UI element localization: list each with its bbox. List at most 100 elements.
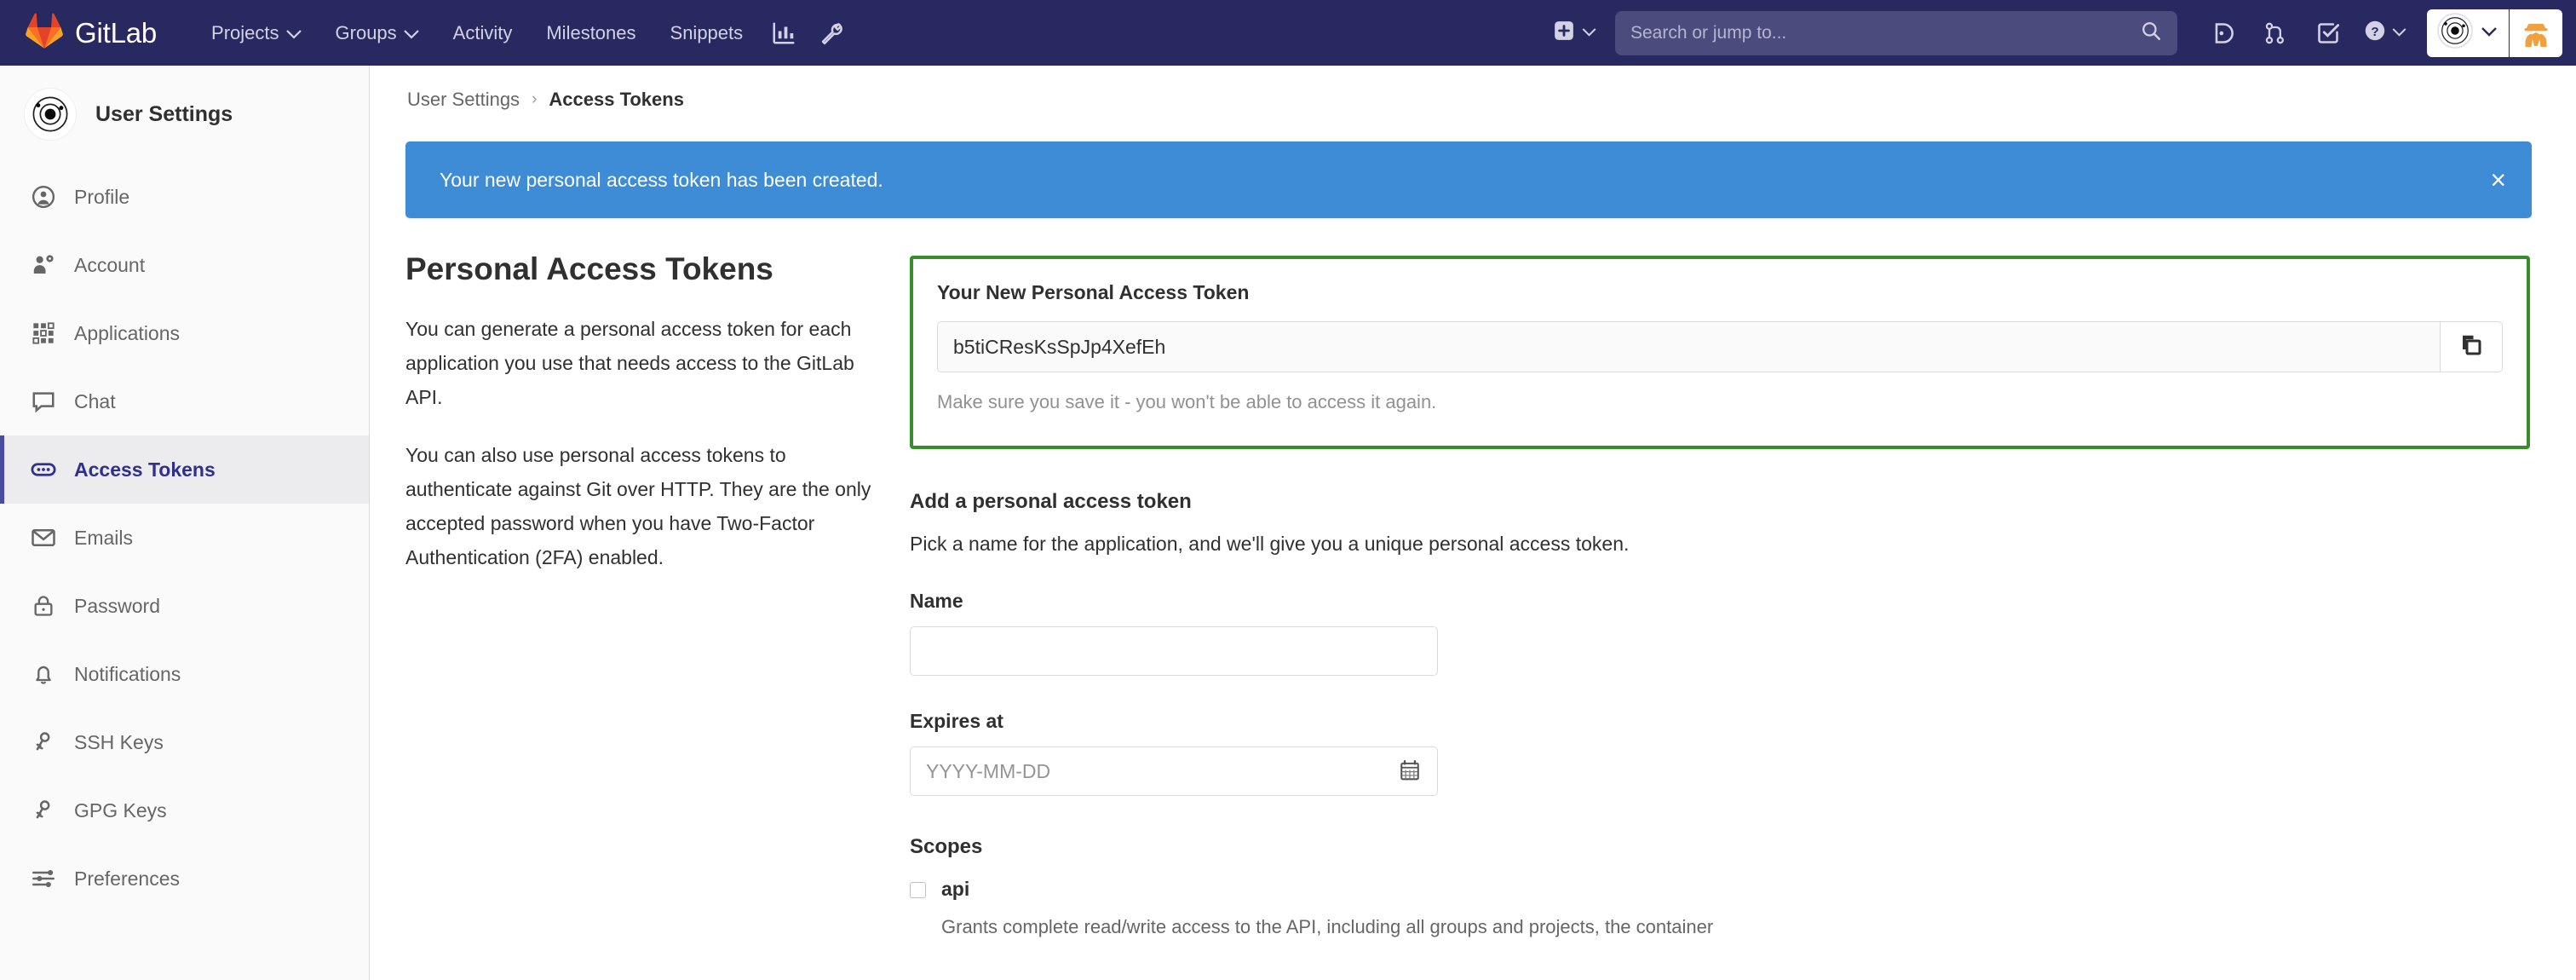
scope-api-checkbox[interactable]: [910, 882, 926, 898]
breadcrumb: User Settings › Access Tokens: [370, 66, 2576, 111]
main-content: User Settings › Access Tokens Your new p…: [370, 66, 2576, 980]
right-column: Your New Personal Access Token b5tiCResK…: [889, 251, 2576, 941]
expires-input-group: [910, 733, 1438, 796]
sidebar-item-applications-label: Applications: [74, 321, 181, 344]
scopes-label: Scopes: [910, 835, 983, 858]
alert-message: Your new personal access token has been …: [440, 168, 883, 191]
comment-icon: [30, 389, 57, 414]
nav-link-activity[interactable]: Activity: [436, 0, 530, 66]
copy-icon: [2458, 332, 2484, 362]
sidebar-item-chat[interactable]: Chat: [0, 367, 369, 435]
user-circle-icon: [30, 184, 57, 210]
sidebar-item-account-label: Account: [74, 253, 146, 276]
sidebar-item-emails[interactable]: Emails: [0, 504, 369, 572]
gitlab-brand-text: GitLab: [75, 16, 158, 49]
incognito-spy-icon[interactable]: [2510, 9, 2562, 57]
sidebar-item-profile[interactable]: Profile: [0, 163, 369, 231]
sliders-icon: [30, 867, 57, 891]
scope-item-api: api Grants complete read/write access to…: [910, 878, 2530, 941]
envelope-icon: [30, 525, 57, 551]
scope-api-name: api: [941, 878, 970, 900]
chevron-down-icon: [403, 22, 419, 44]
sidebar-item-password[interactable]: Password: [0, 572, 369, 640]
name-field-label: Name: [910, 590, 963, 612]
breadcrumb-current: Access Tokens: [549, 89, 684, 110]
breadcrumb-parent[interactable]: User Settings: [407, 89, 520, 111]
left-sidebar: User Settings Profile Account Applicatio…: [0, 66, 370, 980]
add-token-section-title: Add a personal access token: [910, 490, 1192, 513]
sidebar-item-applications[interactable]: Applications: [0, 299, 369, 367]
todos-icon[interactable]: [2302, 7, 2355, 60]
left-column: Personal Access Tokens You can generate …: [370, 251, 889, 941]
nav-link-projects[interactable]: Projects: [194, 0, 318, 66]
scope-row: api: [910, 878, 2530, 901]
token-save-hint: Make sure you save it - you won't be abl…: [937, 391, 1437, 412]
user-avatar-button[interactable]: [2427, 9, 2509, 57]
wrench-icon[interactable]: [808, 9, 855, 57]
sidebar-item-access-tokens-label: Access Tokens: [74, 458, 216, 481]
expires-input[interactable]: [910, 747, 1438, 796]
close-icon[interactable]: ×: [2490, 166, 2506, 193]
add-token-section-desc: Pick a name for the application, and we'…: [910, 533, 1630, 555]
sidebar-item-access-tokens[interactable]: Access Tokens: [0, 435, 369, 504]
key-icon: [30, 731, 57, 753]
sidebar-item-gpg-keys[interactable]: GPG Keys: [0, 776, 369, 845]
bell-icon: [30, 662, 57, 686]
sidebar-item-ssh-keys[interactable]: SSH Keys: [0, 708, 369, 776]
nav-link-milestones[interactable]: Milestones: [529, 0, 653, 66]
nav-link-projects-label: Projects: [211, 21, 279, 43]
svg-text:?: ?: [2371, 25, 2378, 39]
sidebar-item-profile-label: Profile: [74, 185, 130, 208]
plus-square-icon: [1553, 20, 1575, 46]
token-value-field[interactable]: b5tiCResKsSpJp4XefEh: [937, 321, 2440, 372]
content-columns: Personal Access Tokens You can generate …: [370, 218, 2576, 941]
sidebar-item-password-label: Password: [74, 594, 160, 617]
sidebar-item-preferences-label: Preferences: [74, 867, 181, 890]
search-icon: [2140, 20, 2162, 46]
sidebar-avatar: [24, 88, 77, 141]
sidebar-item-ssh-keys-label: SSH Keys: [74, 730, 164, 753]
sidebar-item-gpg-keys-label: GPG Keys: [74, 798, 167, 821]
search-input[interactable]: [1630, 22, 2140, 43]
grid-apps-icon: [30, 321, 57, 345]
sidebar-item-preferences[interactable]: Preferences: [0, 845, 369, 913]
sidebar-item-account[interactable]: Account: [0, 231, 369, 299]
name-input[interactable]: [910, 626, 1438, 676]
create-new-button[interactable]: [1541, 9, 1608, 57]
user-menu-group: [2427, 9, 2562, 57]
lock-icon: [30, 594, 57, 618]
question-circle-icon: ?: [2363, 19, 2387, 47]
issues-icon[interactable]: [2196, 7, 2249, 60]
merge-requests-icon[interactable]: [2249, 7, 2302, 60]
nav-link-groups[interactable]: Groups: [319, 0, 436, 66]
token-input-group: b5tiCResKsSpJp4XefEh: [937, 321, 2503, 372]
key-icon: [30, 799, 57, 821]
gitlab-brand[interactable]: GitLab: [26, 13, 157, 53]
chevron-down-icon: [2392, 26, 2406, 41]
chevron-down-icon: [2481, 26, 2497, 41]
expires-field-label: Expires at: [910, 710, 1003, 732]
top-navbar: GitLab Projects Groups Activity Mileston…: [0, 0, 2576, 66]
sidebar-title: User Settings: [95, 101, 233, 126]
primary-nav: Projects Groups Activity Milestones Snip…: [194, 0, 855, 66]
intro-paragraph-1: You can generate a personal access token…: [405, 318, 854, 409]
help-button[interactable]: ?: [2355, 7, 2415, 60]
intro-paragraph-2: You can also use personal access tokens …: [405, 444, 871, 569]
page-title: Personal Access Tokens: [405, 251, 773, 286]
sidebar-item-notifications[interactable]: Notifications: [0, 640, 369, 708]
breadcrumb-separator: ›: [532, 90, 538, 108]
global-search[interactable]: [1615, 10, 2177, 55]
sidebar-item-notifications-label: Notifications: [74, 662, 181, 685]
chevron-down-icon: [285, 22, 302, 44]
new-token-label: Your New Personal Access Token: [937, 281, 1250, 303]
sidebar-item-emails-label: Emails: [74, 526, 134, 549]
sidebar-header[interactable]: User Settings: [0, 66, 369, 163]
nav-link-snippets[interactable]: Snippets: [653, 0, 761, 66]
navbar-right-group: ?: [1541, 7, 2562, 60]
token-pill-icon: [30, 457, 57, 482]
analytics-icon[interactable]: [760, 9, 808, 57]
scope-api-description: Grants complete read/write access to the…: [941, 916, 1714, 937]
nav-link-groups-label: Groups: [335, 21, 397, 43]
sidebar-item-chat-label: Chat: [74, 389, 116, 412]
copy-token-button[interactable]: [2440, 321, 2503, 372]
